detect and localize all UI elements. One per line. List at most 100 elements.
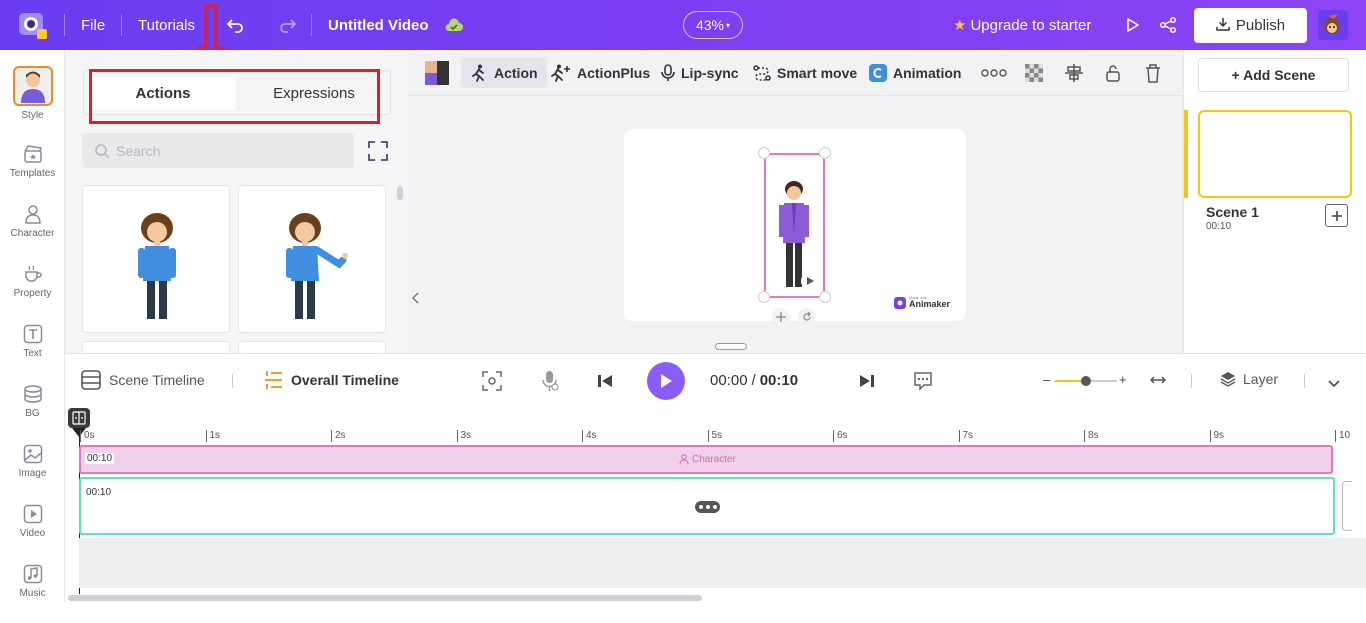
nav-text[interactable]: Text — [0, 323, 65, 383]
scenes-panel: + Add Scene Scene 1 00:10 — [1183, 50, 1366, 353]
character-toolbar: Action ActionPlus Lip-sync Smart move An… — [408, 50, 1183, 96]
nav-music[interactable]: Music — [0, 563, 65, 623]
upgrade-link[interactable]: ★ Upgrade to starter — [953, 0, 1091, 50]
expand-horizontal-icon[interactable] — [1149, 373, 1167, 392]
tool-actionplus[interactable]: ActionPlus — [551, 58, 650, 88]
voiceover-icon[interactable] — [541, 370, 559, 397]
tab-overall-timeline[interactable]: Overall Timeline — [263, 370, 399, 390]
action-card[interactable] — [82, 185, 230, 333]
slider-knob[interactable] — [1081, 376, 1091, 386]
resize-handle[interactable] — [758, 291, 770, 303]
preview-play-icon[interactable] — [1124, 0, 1140, 50]
nav-style[interactable]: Style — [0, 66, 65, 126]
share-icon[interactable] — [1159, 0, 1177, 50]
publish-button[interactable]: Publish — [1194, 8, 1307, 43]
ruler-tick: 7s — [958, 430, 973, 442]
search-icon — [95, 143, 110, 159]
watermark: Made with Animaker — [894, 296, 950, 309]
action-card[interactable] — [238, 185, 386, 333]
track-duration: 00:10 — [85, 453, 115, 464]
resize-handle[interactable] — [758, 147, 770, 159]
panel-collapse-handle[interactable] — [407, 283, 425, 313]
fit-timeline-icon[interactable] — [482, 371, 502, 396]
zoom-slider[interactable]: – + — [1043, 372, 1129, 388]
rotate-icon[interactable] — [798, 308, 816, 326]
scene-thumbnail[interactable] — [1198, 110, 1352, 198]
smart-move-icon — [753, 65, 771, 81]
user-avatar[interactable] — [1318, 0, 1348, 50]
character-track[interactable]: 00:10 Character — [79, 445, 1333, 474]
stage-resize-handle[interactable] — [715, 343, 747, 350]
scene-active-bar — [1184, 110, 1188, 198]
ruler-tick: 1s — [205, 430, 220, 442]
panel-scrollbar[interactable] — [397, 186, 403, 200]
tool-smartmove[interactable]: Smart move — [753, 58, 857, 88]
scene-track[interactable]: 00:10 — [79, 477, 1335, 535]
zoom-dropdown[interactable]: 43% ▾ — [683, 11, 743, 39]
tab-scene-timeline[interactable]: Scene Timeline — [81, 370, 205, 390]
unlock-icon[interactable] — [1105, 58, 1121, 88]
track-duration: 00:10 — [86, 487, 112, 498]
nav-bg[interactable]: BG — [0, 383, 65, 443]
ruler-tick: 6s — [833, 430, 848, 442]
ruler-tick: 10 — [1335, 430, 1350, 442]
scene-stage[interactable]: Made with Animaker — [624, 129, 966, 326]
video-title[interactable]: Untitled Video — [328, 0, 429, 50]
music-icon — [22, 563, 44, 585]
nav-property[interactable]: Property — [0, 263, 65, 323]
color-palette-icon[interactable] — [424, 58, 450, 88]
skip-back-icon[interactable] — [597, 373, 613, 394]
tool-action[interactable]: Action — [461, 58, 547, 88]
nav-video[interactable]: Video — [0, 503, 65, 563]
microphone-icon — [661, 64, 675, 81]
search-input[interactable]: Search — [82, 133, 354, 168]
add-scene-plus-icon[interactable] — [1325, 204, 1348, 227]
ruler-tick: 5s — [707, 430, 722, 442]
ruler-tick: 8s — [1084, 430, 1099, 442]
more-options-icon[interactable] — [981, 58, 1007, 88]
align-icon[interactable] — [1064, 58, 1084, 88]
download-icon — [1216, 17, 1230, 35]
image-icon — [22, 443, 44, 465]
play-icon — [661, 374, 672, 388]
resize-handle[interactable] — [819, 291, 831, 303]
tutorials-menu[interactable]: Tutorials — [138, 0, 195, 50]
redo-icon[interactable] — [279, 0, 297, 50]
chevron-down-icon[interactable] — [1328, 375, 1340, 393]
ruler-tick: 9s — [1209, 430, 1224, 442]
transparency-icon[interactable] — [1025, 58, 1043, 88]
nav-image[interactable]: Image — [0, 443, 65, 503]
more-options-icon[interactable] — [695, 501, 720, 513]
file-menu[interactable]: File — [81, 0, 105, 50]
character-play-icon[interactable] — [801, 272, 819, 290]
skip-forward-icon[interactable] — [859, 373, 875, 394]
ruler-tick: 4s — [582, 430, 597, 442]
star-icon: ★ — [953, 17, 967, 34]
fullscreen-icon[interactable] — [363, 136, 393, 166]
horizontal-scrollbar[interactable] — [68, 595, 702, 601]
tool-lipsync[interactable]: Lip-sync — [661, 58, 739, 88]
subtitles-icon[interactable] — [913, 371, 933, 396]
action-card[interactable] — [82, 341, 230, 353]
nav-templates[interactable]: Templates — [0, 143, 65, 203]
tool-animation[interactable]: Animation — [869, 58, 961, 88]
play-button[interactable] — [647, 362, 685, 400]
running-person-icon — [472, 64, 484, 82]
playhead-handle[interactable] — [68, 408, 90, 428]
move-icon[interactable] — [772, 308, 790, 326]
zoom-in-icon[interactable]: + — [1119, 372, 1127, 387]
cloud-saved-icon — [444, 0, 464, 50]
app-logo[interactable] — [16, 0, 50, 50]
resize-handle[interactable] — [819, 147, 831, 159]
zoom-out-icon[interactable]: – — [1043, 372, 1050, 387]
layer-button[interactable]: Layer — [1220, 371, 1278, 387]
action-card[interactable] — [238, 341, 386, 353]
video-icon — [22, 503, 44, 525]
delete-icon[interactable] — [1144, 58, 1162, 88]
highlight-box — [89, 69, 380, 124]
nav-character[interactable]: Character — [0, 203, 65, 263]
add-scene-button[interactable]: + Add Scene — [1198, 58, 1349, 92]
undo-icon[interactable] — [226, 0, 244, 50]
track-end-handle[interactable] — [1342, 481, 1352, 531]
track-label: Character — [679, 454, 736, 465]
